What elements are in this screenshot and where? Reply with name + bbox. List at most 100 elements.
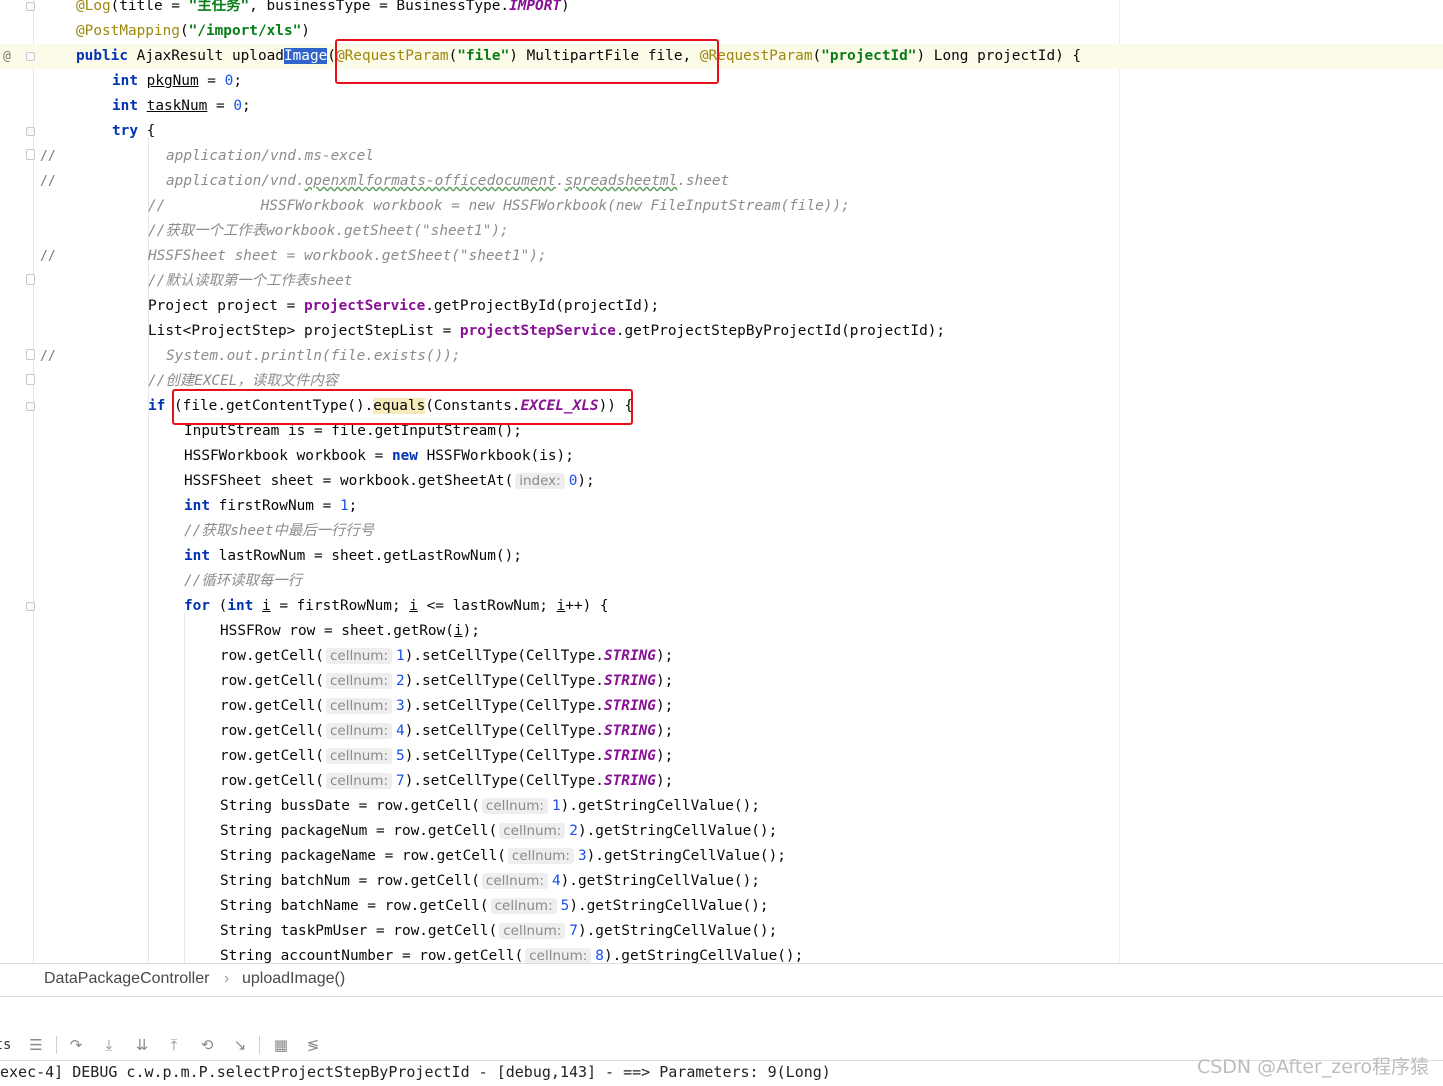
- code-token: ).setCellType(CellType.: [404, 698, 604, 714]
- code-text: @Log(title = "主任务", businessType = Busin…: [76, 0, 570, 19]
- code-token: 7: [569, 923, 578, 939]
- step-into-icon[interactable]: ⤓: [98, 1034, 120, 1056]
- code-text: String bussDate = row.getCell(cellnum: 1)…: [220, 794, 760, 819]
- fold-toggle-icon[interactable]: [26, 149, 35, 160]
- code-line[interactable]: // HSSFWorkbook workbook = new HSSFWorkb…: [0, 194, 1443, 219]
- code-text: String taskPmUser = row.getCell(cellnum:…: [220, 919, 777, 944]
- code-line[interactable]: row.getCell(cellnum: 5).setCellType(CellT…: [0, 744, 1443, 769]
- code-line[interactable]: HSSFRow row = sheet.getRow(i);: [0, 619, 1443, 644]
- code-line[interactable]: // System.out.println(file.exists());: [0, 344, 1443, 369]
- code-line[interactable]: // application/vnd.ms-excel: [0, 144, 1443, 169]
- code-text: String batchName = row.getCell(cellnum: 5…: [220, 894, 769, 919]
- step-over-icon[interactable]: ↷: [65, 1034, 87, 1056]
- code-line[interactable]: row.getCell(cellnum: 1).setCellType(CellT…: [0, 644, 1443, 669]
- code-token: 1: [339, 498, 349, 514]
- code-token: String packageNum = row.getCell(: [220, 823, 498, 839]
- code-token: <= lastRowNum;: [417, 598, 557, 614]
- code-text: System.out.println(file.exists());: [166, 344, 461, 369]
- code-token: (Constants.: [425, 398, 521, 414]
- fold-toggle-icon[interactable]: [26, 52, 35, 61]
- force-step-into-icon[interactable]: ⇊: [131, 1034, 153, 1056]
- code-line[interactable]: int firstRowNum = 1;: [0, 494, 1443, 519]
- code-token: ).getStringCellValue();: [560, 873, 760, 889]
- fold-toggle-icon[interactable]: [26, 402, 35, 411]
- code-text: row.getCell(cellnum: 3).setCellType(CellT…: [220, 694, 673, 719]
- code-line[interactable]: //创建EXCEL，读取文件内容: [0, 369, 1443, 394]
- code-line[interactable]: row.getCell(cellnum: 2).setCellType(CellT…: [0, 669, 1443, 694]
- step-out-icon[interactable]: ⤒: [163, 1034, 185, 1056]
- code-line[interactable]: row.getCell(cellnum: 7).setCellType(CellT…: [0, 769, 1443, 794]
- parameter-hint: cellnum:: [325, 648, 393, 664]
- fold-toggle-icon[interactable]: [26, 2, 35, 11]
- fold-toggle-icon[interactable]: [26, 374, 35, 385]
- code-line[interactable]: HSSFSheet sheet = workbook.getSheetAt(in…: [0, 469, 1443, 494]
- code-editor[interactable]: @Log(title = "主任务", businessType = Busin…: [0, 0, 1443, 963]
- fold-toggle-icon[interactable]: [26, 274, 35, 285]
- code-token: Project project =: [148, 298, 304, 314]
- code-line[interactable]: try {: [0, 119, 1443, 144]
- code-line[interactable]: if (file.getContentType().equals(Constan…: [0, 394, 1443, 419]
- code-line[interactable]: //获取一个工作表workbook.getSheet("sheet1");: [0, 219, 1443, 244]
- code-line[interactable]: //默认读取第一个工作表sheet: [0, 269, 1443, 294]
- code-token: int: [112, 98, 147, 114]
- code-line[interactable]: @ public AjaxResult uploadImage(@RequestP…: [0, 44, 1443, 69]
- code-token: (: [812, 48, 822, 64]
- code-text: for (int i = firstRowNum; i <= lastRowNu…: [184, 594, 609, 619]
- code-text: String packageNum = row.getCell(cellnum:…: [220, 819, 777, 844]
- code-line[interactable]: String batchName = row.getCell(cellnum: 5…: [0, 894, 1443, 919]
- code-line[interactable]: InputStream is = file.getInputStream();: [0, 419, 1443, 444]
- code-token: STRING: [603, 698, 656, 714]
- code-token: //创建EXCEL，读取文件内容: [148, 373, 339, 389]
- code-token: ).setCellType(CellType.: [404, 773, 604, 789]
- code-token: ): [561, 0, 570, 14]
- fold-toggle-icon[interactable]: [26, 349, 35, 360]
- code-line[interactable]: HSSFWorkbook workbook = new HSSFWorkbook…: [0, 444, 1443, 469]
- trace-settings-icon[interactable]: ≶: [302, 1034, 324, 1056]
- code-line[interactable]: List<ProjectStep> projectStepList = proj…: [0, 319, 1443, 344]
- code-line[interactable]: // application/vnd.openxmlformats-officed…: [0, 169, 1443, 194]
- code-token: application/vnd.: [166, 173, 305, 189]
- code-line[interactable]: String taskPmUser = row.getCell(cellnum:…: [0, 919, 1443, 944]
- code-line[interactable]: String batchNum = row.getCell(cellnum: 4)…: [0, 869, 1443, 894]
- code-line[interactable]: String packageName = row.getCell(cellnum…: [0, 844, 1443, 869]
- breadcrumb-class[interactable]: DataPackageController: [44, 970, 209, 988]
- code-line[interactable]: //循环读取每一行: [0, 569, 1443, 594]
- comment-marker: //: [40, 249, 56, 264]
- code-token: );: [655, 723, 674, 739]
- code-token: int: [112, 73, 147, 89]
- code-line[interactable]: @Log(title = "主任务", businessType = Busin…: [0, 0, 1443, 19]
- code-line[interactable]: row.getCell(cellnum: 3).setCellType(CellT…: [0, 694, 1443, 719]
- code-token: projectStepService: [459, 323, 616, 339]
- code-token: "file": [457, 48, 510, 64]
- fold-toggle-icon[interactable]: [26, 602, 35, 611]
- run-to-cursor-icon[interactable]: ↘: [229, 1034, 251, 1056]
- drop-frame-icon[interactable]: ⟲: [196, 1034, 218, 1056]
- code-token: HSSFSheet sheet = workbook.getSheetAt(: [184, 473, 514, 489]
- code-line[interactable]: int lastRowNum = sheet.getLastRowNum();: [0, 544, 1443, 569]
- code-token: equals: [373, 398, 426, 414]
- code-line[interactable]: //获取sheet中最后一行行号: [0, 519, 1443, 544]
- parameter-hint: cellnum:: [525, 948, 592, 963]
- code-text: //循环读取每一行: [184, 569, 302, 594]
- menu-lines-icon[interactable]: ☰: [25, 1034, 47, 1056]
- code-line[interactable]: String bussDate = row.getCell(cellnum: 1)…: [0, 794, 1443, 819]
- code-line[interactable]: Project project = projectService.getProj…: [0, 294, 1443, 319]
- evaluate-expression-icon[interactable]: ▦: [270, 1034, 292, 1056]
- code-token: 0: [224, 73, 234, 89]
- code-line[interactable]: for (int i = firstRowNum; i <= lastRowNu…: [0, 594, 1443, 619]
- breadcrumb-method[interactable]: uploadImage(): [242, 970, 345, 988]
- parameter-hint: cellnum:: [507, 848, 574, 864]
- code-line[interactable]: int pkgNum = 0;: [0, 69, 1443, 94]
- code-line[interactable]: // HSSFSheet sheet = workbook.getSheet("s…: [0, 244, 1443, 269]
- code-line[interactable]: int taskNum = 0;: [0, 94, 1443, 119]
- code-token: i: [409, 598, 418, 614]
- code-line[interactable]: String packageNum = row.getCell(cellnum:…: [0, 819, 1443, 844]
- code-line[interactable]: String accountNumber = row.getCell(celln…: [0, 944, 1443, 963]
- code-token: @PostMapping: [76, 23, 180, 39]
- code-token: ) Long projectId) {: [916, 48, 1082, 64]
- fold-toggle-icon[interactable]: [26, 127, 35, 136]
- code-token: 5: [396, 748, 405, 764]
- code-line[interactable]: row.getCell(cellnum: 4).setCellType(CellT…: [0, 719, 1443, 744]
- code-text: String accountNumber = row.getCell(celln…: [220, 944, 803, 963]
- code-line[interactable]: @PostMapping("/import/xls"): [0, 19, 1443, 44]
